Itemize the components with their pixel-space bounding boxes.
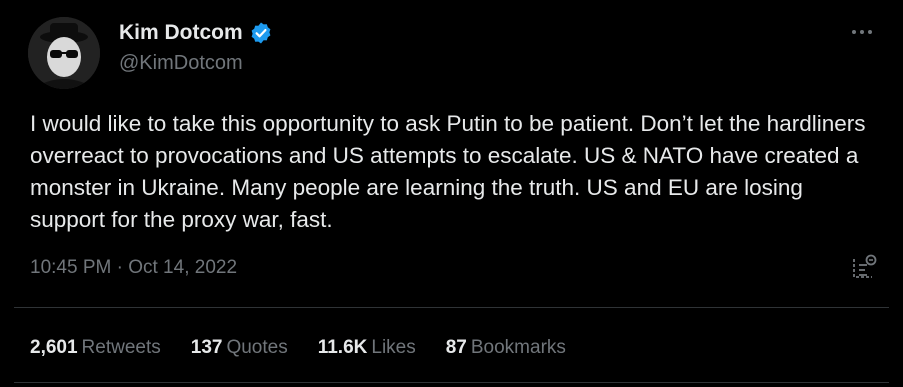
stat-label: Bookmarks bbox=[470, 337, 566, 358]
author-name[interactable]: Kim Dotcom bbox=[119, 20, 243, 46]
stat-label: Retweets bbox=[81, 337, 161, 358]
stat-count: 137 bbox=[190, 337, 223, 358]
stat-retweets[interactable]: 2,601 Retweets bbox=[30, 335, 161, 361]
stat-count: 87 bbox=[445, 337, 467, 358]
author-name-row: Kim Dotcom bbox=[119, 20, 273, 46]
tweet-time[interactable]: 10:45 PM bbox=[30, 257, 111, 278]
avatar[interactable] bbox=[28, 17, 100, 89]
stat-count: 11.6K bbox=[317, 337, 368, 358]
author-handle[interactable]: @KimDotcom bbox=[119, 50, 243, 76]
stat-label: Quotes bbox=[226, 337, 288, 358]
stat-bookmarks[interactable]: 87 Bookmarks bbox=[446, 335, 566, 361]
verified-badge-icon bbox=[249, 21, 273, 45]
tweet-timestamp[interactable]: 10:45 PM · Oct 14, 2022 bbox=[30, 255, 237, 281]
more-options-button[interactable] bbox=[848, 22, 876, 42]
stat-quotes[interactable]: 137 Quotes bbox=[191, 335, 288, 361]
stat-label: Likes bbox=[371, 337, 416, 358]
engagement-stats: 2,601 Retweets 137 Quotes 11.6K Likes 87 Boo… bbox=[30, 335, 566, 361]
tweet-text: I would like to take this opportunity to… bbox=[30, 111, 866, 232]
divider bbox=[14, 382, 889, 383]
timestamp-separator: · bbox=[111, 257, 129, 278]
stat-likes[interactable]: 11.6K Likes bbox=[318, 335, 416, 361]
divider bbox=[14, 307, 889, 308]
tweet-card: Kim Dotcom @KimDotcom I would like to ta… bbox=[0, 0, 903, 387]
avatar-image bbox=[28, 17, 100, 89]
stat-count: 2,601 bbox=[30, 337, 78, 358]
analytics-icon[interactable] bbox=[850, 253, 878, 283]
tweet-date[interactable]: Oct 14, 2022 bbox=[128, 257, 237, 278]
more-horizontal-icon bbox=[852, 30, 872, 34]
